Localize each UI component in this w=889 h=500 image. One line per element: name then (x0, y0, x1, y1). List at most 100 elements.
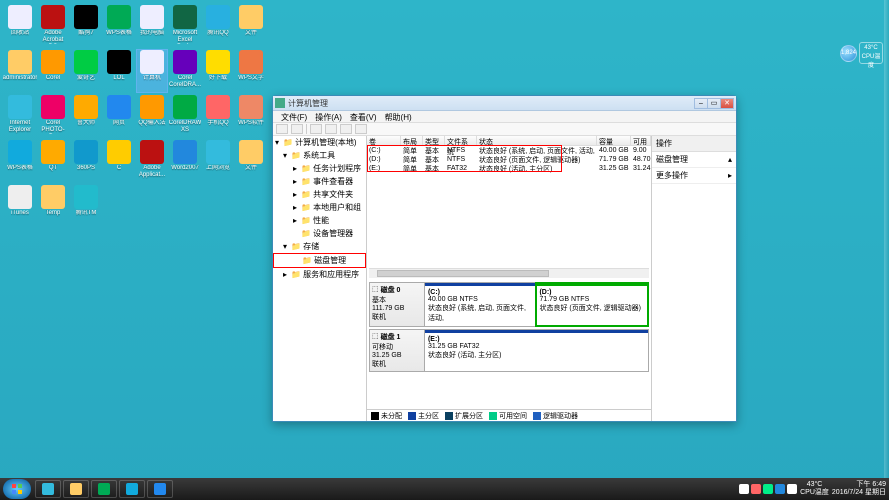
start-button[interactable] (3, 479, 31, 499)
desktop-icon[interactable]: 上网浏览 (203, 140, 233, 182)
clock[interactable]: 下午 6:492016/7/24 星期日 (832, 481, 886, 497)
desktop-icon[interactable]: Microsoft Excel Prof... (170, 5, 200, 47)
toolbar-btn[interactable] (340, 124, 352, 134)
tree-item[interactable]: ▾📁 系统工具 (273, 149, 366, 162)
back-button[interactable] (276, 124, 288, 134)
desktop-icon[interactable]: 文件 (236, 140, 266, 182)
cpu-ram-ball[interactable]: 1,824 (840, 45, 857, 62)
icon-label: Corel (46, 75, 60, 89)
icon-label: WPS文字 (238, 75, 264, 89)
tree-item[interactable]: 📁 设备管理器 (273, 227, 366, 240)
taskbar-app[interactable] (147, 480, 173, 498)
desktop-icon[interactable]: Adobe Acrobat DC (38, 5, 68, 47)
menu-item[interactable]: 帮助(H) (381, 111, 416, 122)
menu-item[interactable]: 查看(V) (346, 111, 381, 122)
tree-item[interactable]: ▸📁 服务和应用程序 (273, 268, 366, 281)
tree-item[interactable]: ▸📁 性能 (273, 214, 366, 227)
desktop-icon[interactable]: Word2007 (170, 140, 200, 182)
column-header[interactable]: 布局 (401, 136, 423, 145)
cell: NTFS (445, 147, 477, 154)
desktop-icon[interactable]: Temp (38, 185, 68, 227)
desktop-icon[interactable]: C (104, 140, 134, 182)
desktop-icon[interactable]: iTunes (5, 185, 35, 227)
tree-item[interactable]: ▸📁 共享文件夹 (273, 188, 366, 201)
desktop-icon[interactable]: LOL (104, 50, 134, 92)
desktop-icon[interactable]: Adobe Applicat... (137, 140, 167, 182)
tree-item[interactable]: ▾📁 计算机管理(本地) (273, 136, 366, 149)
volume-row[interactable]: (E:)简单基本FAT32状态良好 (活动, 主分区)31.25 GB31.24 (367, 164, 651, 173)
toolbar-btn[interactable] (310, 124, 322, 134)
desktop-icon[interactable]: Corel PHOTO-P... (38, 95, 68, 137)
window-title: 计算机管理 (288, 98, 695, 109)
partition[interactable]: (C:)40.00 GB NTFS状态良好 (系统, 启动, 页面文件, 活动, (425, 283, 537, 326)
desktop-icon[interactable]: WPS文字 (236, 50, 266, 92)
titlebar[interactable]: 计算机管理 – ▭ ✕ (273, 96, 736, 111)
desktop-icon[interactable]: 腾讯QQ (203, 5, 233, 47)
partition[interactable]: (D:)71.79 GB NTFS状态良好 (页面文件, 逻辑驱动器) (536, 283, 648, 326)
partition[interactable]: (E:)31.25 GB FAT32状态良好 (活动, 主分区) (425, 330, 648, 371)
column-header[interactable]: 类型 (423, 136, 445, 145)
legend-item: 扩展分区 (445, 411, 483, 421)
desktop-icon[interactable]: 网页 (104, 95, 134, 137)
scrollbar-h[interactable] (369, 268, 649, 278)
desktop-icon[interactable]: 回收站 (5, 5, 35, 47)
tray-icon[interactable] (739, 484, 749, 494)
disk-label: ⬚磁盘 0基本111.79 GB联机 (370, 283, 425, 326)
desktop-icon[interactable]: 手机QQ (203, 95, 233, 137)
right-side-scroll[interactable] (884, 0, 889, 478)
maximize-button[interactable]: ▭ (707, 98, 721, 109)
disk-row: ⬚磁盘 0基本111.79 GB联机(C:)40.00 GB NTFS状态良好 … (369, 282, 649, 327)
column-header[interactable]: 容量 (597, 136, 631, 145)
tray-icon[interactable] (787, 484, 797, 494)
fwd-button[interactable] (291, 124, 303, 134)
toolbar-btn[interactable] (325, 124, 337, 134)
desktop-icon[interactable]: QQ输入法 (137, 95, 167, 137)
taskbar-app[interactable] (119, 480, 145, 498)
minimize-button[interactable]: – (694, 98, 708, 109)
desktop-icon[interactable]: 文件 (236, 5, 266, 47)
desktop-icon[interactable]: WPS表格 (104, 5, 134, 47)
toolbar-btn[interactable] (355, 124, 367, 134)
icon-label: Word2007 (171, 165, 199, 179)
app-icon (8, 5, 32, 29)
desktop-icon[interactable]: 计算机 (137, 50, 167, 92)
desktop-icon[interactable]: 360PS (71, 140, 101, 182)
desktop-icon[interactable]: CorelDRAW XS (170, 95, 200, 137)
menu-item[interactable]: 文件(F) (277, 111, 311, 122)
desktop-icon[interactable]: administrator (5, 50, 35, 92)
desktop-icon[interactable]: Corel (38, 50, 68, 92)
tree-item[interactable]: ▾📁 存储 (273, 240, 366, 253)
tree-item[interactable]: ▸📁 任务计划程序 (273, 162, 366, 175)
menu-item[interactable]: 操作(A) (311, 111, 346, 122)
desktop-icon[interactable]: 鲁大师 (71, 95, 101, 137)
column-header[interactable]: 状态 (477, 136, 597, 145)
app-icon (107, 140, 131, 164)
taskbar-app[interactable] (63, 480, 89, 498)
taskbar-app[interactable] (91, 480, 117, 498)
actions-item[interactable]: 磁盘管理▴ (652, 152, 736, 168)
tray-icon[interactable] (775, 484, 785, 494)
tray-temp: 43°CCPU温度 (800, 481, 829, 497)
desktop-icon[interactable]: QT (38, 140, 68, 182)
desktop-icon[interactable]: WPS软件 (236, 95, 266, 137)
tray-icon[interactable] (751, 484, 761, 494)
desktop-icon[interactable]: WPS表格 (5, 140, 35, 182)
close-button[interactable]: ✕ (720, 98, 734, 109)
desktop-icon[interactable]: Internet Explorer (5, 95, 35, 137)
taskbar-app[interactable] (35, 480, 61, 498)
cell: NTFS (445, 156, 477, 163)
tree-item[interactable]: ▸📁 事件查看器 (273, 175, 366, 188)
tree-item[interactable]: ▸📁 本地用户和组 (273, 201, 366, 214)
desktop-icon[interactable]: 我的电脑 (137, 5, 167, 47)
actions-item[interactable]: 更多操作▸ (652, 168, 736, 184)
column-header[interactable]: 可用 (631, 136, 651, 145)
column-header[interactable]: 文件系统 (445, 136, 477, 145)
desktop-icon[interactable]: 好下载 (203, 50, 233, 92)
tree-item[interactable]: 📁 磁盘管理 (273, 253, 366, 268)
column-header[interactable]: 卷 (367, 136, 401, 145)
tray-icon[interactable] (763, 484, 773, 494)
desktop-icon[interactable]: Corel CorelDRA... (170, 50, 200, 92)
desktop-icon[interactable]: 酷狗7 (71, 5, 101, 47)
desktop-icon[interactable]: 爱奇艺 (71, 50, 101, 92)
desktop-icon[interactable]: 腾讯TM (71, 185, 101, 227)
